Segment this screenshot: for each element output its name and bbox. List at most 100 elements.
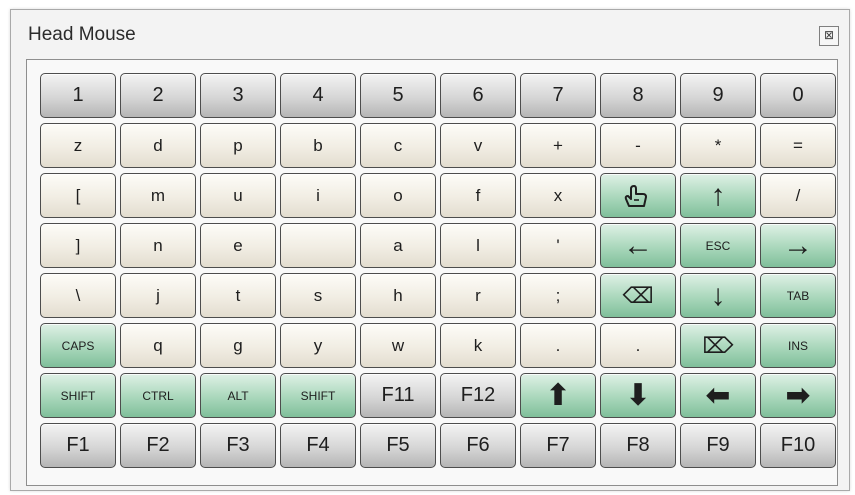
key-label: o — [393, 185, 403, 205]
key-label: l — [476, 235, 480, 255]
key-t[interactable]: t — [200, 273, 276, 318]
key-d[interactable]: d — [120, 123, 196, 168]
key-label: e — [233, 235, 243, 255]
key-label: F2 — [146, 434, 170, 456]
key-label: 5 — [392, 84, 404, 106]
key-label: b — [313, 135, 323, 155]
key-f10[interactable]: F10 — [760, 423, 836, 468]
key-o[interactable]: o — [360, 173, 436, 218]
key-backspace[interactable]: ⌫ — [600, 273, 676, 318]
key-r3c0[interactable]: ] — [40, 223, 116, 268]
key-u[interactable]: u — [200, 173, 276, 218]
key-label: y — [313, 335, 323, 355]
key-f[interactable]: f — [440, 173, 516, 218]
key-f6[interactable]: F6 — [440, 423, 516, 468]
key-hand-pointer[interactable] — [600, 173, 676, 218]
key-l[interactable]: l — [440, 223, 516, 268]
key-y[interactable]: y — [280, 323, 356, 368]
key-i[interactable]: i — [280, 173, 356, 218]
key-label: q — [153, 335, 163, 355]
key-f5[interactable]: F5 — [360, 423, 436, 468]
key-r5c6[interactable]: . — [520, 323, 596, 368]
key-r2c0[interactable]: [ — [40, 173, 116, 218]
key-4[interactable]: 4 — [280, 73, 356, 118]
key-5[interactable]: 5 — [360, 73, 436, 118]
key-bold-arrow-down[interactable]: ⬇ — [600, 373, 676, 418]
key-m[interactable]: m — [120, 173, 196, 218]
key-a[interactable]: a — [360, 223, 436, 268]
key-x[interactable]: x — [520, 173, 596, 218]
key-r[interactable]: r — [440, 273, 516, 318]
key-f12[interactable]: F12 — [440, 373, 516, 418]
key-r5c7[interactable]: . — [600, 323, 676, 368]
key-bold-arrow-right[interactable]: ➡ — [760, 373, 836, 418]
key-f11[interactable]: F11 — [360, 373, 436, 418]
key-f4[interactable]: F4 — [280, 423, 356, 468]
key-f7[interactable]: F7 — [520, 423, 596, 468]
key-label: F12 — [460, 384, 496, 406]
key-3[interactable]: 3 — [200, 73, 276, 118]
key-r1c9[interactable]: = — [760, 123, 836, 168]
arrow-left-icon: ← — [623, 228, 653, 262]
key-h[interactable]: h — [360, 273, 436, 318]
key-caps[interactable]: CAPS — [40, 323, 116, 368]
delete-icon: ⌦ — [702, 332, 734, 358]
key-q[interactable]: q — [120, 323, 196, 368]
key-g[interactable]: g — [200, 323, 276, 368]
key-label: 4 — [312, 84, 324, 106]
key-k[interactable]: k — [440, 323, 516, 368]
key-r4c0[interactable]: \ — [40, 273, 116, 318]
key-c[interactable]: c — [360, 123, 436, 168]
key-w[interactable]: w — [360, 323, 436, 368]
key-f3[interactable]: F3 — [200, 423, 276, 468]
key-f8[interactable]: F8 — [600, 423, 676, 468]
key-arrow-up[interactable]: ↑ — [680, 173, 756, 218]
key-n[interactable]: n — [120, 223, 196, 268]
key-p[interactable]: p — [200, 123, 276, 168]
key-bold-arrow-up[interactable]: ⬆ — [520, 373, 596, 418]
close-button[interactable]: ⊠ — [819, 26, 839, 46]
key-7[interactable]: 7 — [520, 73, 596, 118]
key-arrow-down[interactable]: ↓ — [680, 273, 756, 318]
key-6[interactable]: 6 — [440, 73, 516, 118]
key-r2c9[interactable]: / — [760, 173, 836, 218]
key-j[interactable]: j — [120, 273, 196, 318]
key-f1[interactable]: F1 — [40, 423, 116, 468]
key-1[interactable]: 1 — [40, 73, 116, 118]
key-9[interactable]: 9 — [680, 73, 756, 118]
key-r3c6[interactable]: ' — [520, 223, 596, 268]
key-0[interactable]: 0 — [760, 73, 836, 118]
key-tab[interactable]: TAB — [760, 273, 836, 318]
key-e[interactable]: e — [200, 223, 276, 268]
key-2[interactable]: 2 — [120, 73, 196, 118]
key-ins[interactable]: INS — [760, 323, 836, 368]
key-shift[interactable]: SHIFT — [40, 373, 116, 418]
key-shift[interactable]: SHIFT — [280, 373, 356, 418]
key-v[interactable]: v — [440, 123, 516, 168]
key-arrow-left[interactable]: ← — [600, 223, 676, 268]
key-r4c6[interactable]: ; — [520, 273, 596, 318]
key-bold-arrow-left[interactable]: ⬅ — [680, 373, 756, 418]
window-title: Head Mouse — [28, 24, 136, 45]
key-r1c6[interactable]: + — [520, 123, 596, 168]
key-label: \ — [75, 285, 81, 305]
key-delete[interactable]: ⌦ — [680, 323, 756, 368]
key-alt[interactable]: ALT — [200, 373, 276, 418]
key-f2[interactable]: F2 — [120, 423, 196, 468]
key-label: d — [153, 135, 163, 155]
key-r1c8[interactable]: * — [680, 123, 756, 168]
key-label: CAPS — [61, 338, 95, 353]
key-arrow-right[interactable]: → — [760, 223, 836, 268]
key-esc[interactable]: ESC — [680, 223, 756, 268]
key-s[interactable]: s — [280, 273, 356, 318]
key-f9[interactable]: F9 — [680, 423, 756, 468]
key-8[interactable]: 8 — [600, 73, 676, 118]
key-z[interactable]: z — [40, 123, 116, 168]
key-label: 6 — [472, 84, 484, 106]
key-label: F1 — [66, 434, 90, 456]
key-ctrl[interactable]: CTRL — [120, 373, 196, 418]
key-b[interactable]: b — [280, 123, 356, 168]
key-label: ' — [556, 235, 560, 255]
key-r3c3[interactable] — [280, 223, 356, 268]
key-r1c7[interactable]: - — [600, 123, 676, 168]
